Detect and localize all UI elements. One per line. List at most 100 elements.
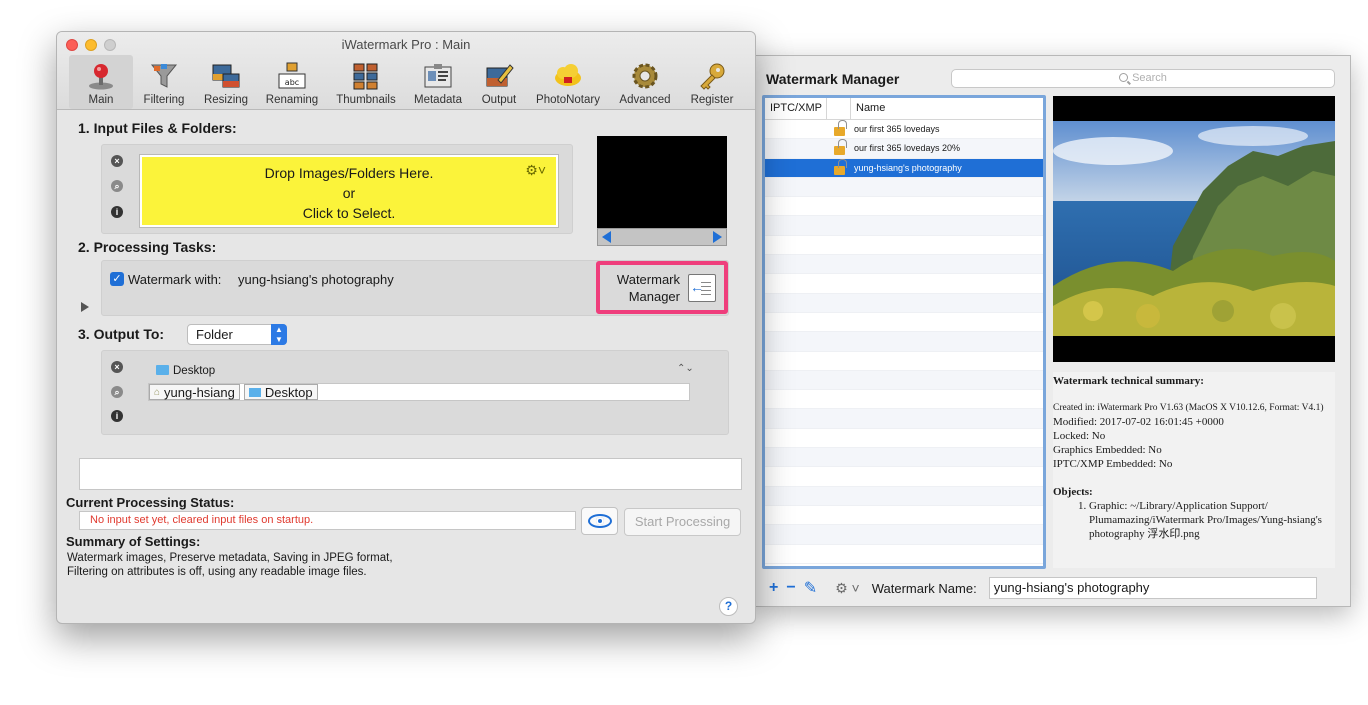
home-icon: ⌂: [154, 386, 161, 398]
info-icon[interactable]: i: [111, 206, 123, 218]
toolbar-photonotary[interactable]: PhotoNotary: [527, 55, 609, 109]
output-type-select[interactable]: Folder ▲ ▼: [187, 324, 287, 345]
svg-text:abc: abc: [285, 78, 299, 87]
technical-summary-heading: Watermark technical summary:: [1053, 375, 1204, 387]
input-box: × ⌕ i ⚙˅ Drop Images/Folders Here. or Cl…: [101, 144, 573, 234]
column-header-name[interactable]: Name: [851, 98, 890, 119]
main-window: iWatermark Pro : Main Main Filtering Res…: [56, 31, 756, 624]
drop-zone-line1: Drop Images/Folders Here.: [264, 165, 434, 181]
drop-zone-gear-icon[interactable]: ⚙˅: [525, 160, 546, 180]
objects-list: Graphic: ~/Library/Application Support/ …: [1089, 499, 1335, 541]
empty-row: [765, 506, 1043, 526]
summary-text: Watermark images, Preserve metadata, Sav…: [67, 552, 393, 578]
input-section-title: 1. Input Files & Folders:: [78, 120, 237, 136]
toolbar-advanced[interactable]: Advanced: [609, 55, 681, 109]
popup-chevron-icon[interactable]: ⌃⌄: [677, 363, 694, 374]
folder-icon: [248, 387, 261, 397]
rename-abc-icon: abc: [278, 62, 306, 89]
empty-row: [765, 293, 1043, 313]
output-section-title: 3. Output To:: [78, 326, 165, 342]
previous-arrow-icon[interactable]: [602, 231, 611, 243]
funnel-icon: [150, 64, 178, 88]
empty-row: [765, 448, 1043, 468]
gear-icon: [632, 63, 658, 89]
table-header: IPTC/XMP Name: [765, 98, 1043, 120]
watermark-list-table[interactable]: IPTC/XMP Name our first 365 lovedays our…: [762, 95, 1046, 569]
objects-heading: Objects:: [1053, 486, 1093, 498]
search-field[interactable]: Search: [951, 69, 1335, 88]
watermark-checkbox[interactable]: ✓: [110, 272, 124, 286]
help-button[interactable]: ?: [719, 597, 738, 616]
column-header-lock[interactable]: [827, 98, 851, 119]
search-icon: [1119, 73, 1129, 82]
toolbar-renaming[interactable]: abc Renaming: [257, 55, 327, 109]
drop-zone-line3: Click to Select.: [302, 205, 396, 221]
empty-row: [765, 390, 1043, 410]
object-item: Graphic: ~/Library/Application Support/ …: [1089, 499, 1335, 541]
empty-row: [765, 370, 1043, 391]
toolbar-thumbnails[interactable]: Thumbnails: [327, 55, 405, 109]
title-bar: iWatermark Pro : Main Main Filtering Res…: [57, 32, 755, 110]
toolbar-label: Metadata: [414, 94, 462, 106]
unlocked-padlock-icon: [833, 139, 847, 156]
empty-row: [765, 274, 1043, 294]
toolbar-main[interactable]: Main: [69, 55, 133, 109]
edit-pencil-icon[interactable]: ✎: [804, 578, 817, 598]
next-arrow-icon[interactable]: [713, 231, 722, 243]
status-title: Current Processing Status:: [66, 495, 235, 510]
table-row-selected[interactable]: yung-hsiang's photography: [765, 158, 1043, 178]
magnify-icon[interactable]: ⌕: [111, 386, 123, 398]
magnify-icon[interactable]: ⌕: [111, 180, 123, 192]
path-segment-desktop[interactable]: Desktop: [243, 384, 318, 400]
toolbar-register[interactable]: Register: [681, 55, 743, 109]
resize-photos-icon: [212, 64, 240, 88]
folder-popup[interactable]: Desktop: [156, 365, 215, 377]
path-segment-home[interactable]: ⌂ yung-hsiang: [149, 384, 240, 400]
toolbar-label: Resizing: [203, 94, 249, 106]
watermark-manager-icon: [688, 274, 716, 302]
drop-zone[interactable]: ⚙˅ Drop Images/Folders Here. or Click to…: [140, 155, 558, 227]
clear-x-icon[interactable]: ×: [111, 155, 123, 167]
info-icon[interactable]: i: [111, 410, 123, 422]
watermark-with-value: yung-hsiang's photography: [238, 272, 394, 287]
toolbar-label: PhotoNotary: [536, 94, 600, 106]
watermark-manager-title: Watermark Manager: [766, 71, 900, 87]
remove-icon[interactable]: −: [786, 579, 795, 597]
output-type-value: Folder: [196, 327, 233, 342]
manager-label-line1: Watermark: [616, 272, 680, 287]
disclosure-triangle-icon[interactable]: [81, 302, 89, 312]
table-row[interactable]: our first 365 lovedays 20%: [765, 139, 1043, 159]
gear-menu-icon[interactable]: ⚙ ˅: [835, 580, 860, 597]
add-icon[interactable]: +: [769, 579, 778, 597]
toolbar-resizing[interactable]: Resizing: [195, 55, 257, 109]
toolbar-label: Filtering: [143, 94, 185, 106]
toolbar-filtering[interactable]: Filtering: [133, 55, 195, 109]
input-preview: [597, 136, 727, 228]
locked-text: Locked: No: [1053, 430, 1106, 442]
empty-row: [765, 332, 1043, 352]
graphics-embedded-text: Graphics Embedded: No: [1053, 444, 1162, 456]
preview-eye-button[interactable]: [581, 507, 618, 535]
watermark-manager-bottom-bar: + − ✎ ⚙ ˅ Watermark Name: yung-hsiang's …: [755, 569, 1351, 607]
start-processing-button[interactable]: Start Processing: [624, 508, 741, 536]
cloud-notary-icon: [555, 64, 581, 86]
table-row[interactable]: our first 365 lovedays: [765, 120, 1043, 140]
folder-icon: [156, 365, 169, 375]
technical-summary: Watermark technical summary: Created in:…: [1053, 372, 1335, 568]
watermark-preview-image: [1053, 96, 1335, 362]
window-title: iWatermark Pro : Main: [341, 37, 471, 52]
empty-row: [765, 177, 1043, 198]
empty-row: [765, 429, 1043, 449]
toolbar-output[interactable]: Output: [471, 55, 527, 109]
watermark-manager-button[interactable]: Watermark Manager: [596, 261, 728, 314]
watermark-name-field[interactable]: yung-hsiang's photography: [988, 577, 1317, 599]
path-control[interactable]: ⌂ yung-hsiang Desktop: [148, 383, 690, 401]
toolbar-metadata[interactable]: Metadata: [405, 55, 471, 109]
tasks-section-title: 2. Processing Tasks:: [78, 239, 217, 255]
log-area[interactable]: [79, 458, 742, 490]
column-header-iptc[interactable]: IPTC/XMP: [765, 98, 827, 119]
eye-icon: [588, 514, 612, 528]
manager-label-line2: Manager: [628, 289, 680, 304]
empty-row: [765, 313, 1043, 333]
clear-x-icon[interactable]: ×: [111, 361, 123, 373]
